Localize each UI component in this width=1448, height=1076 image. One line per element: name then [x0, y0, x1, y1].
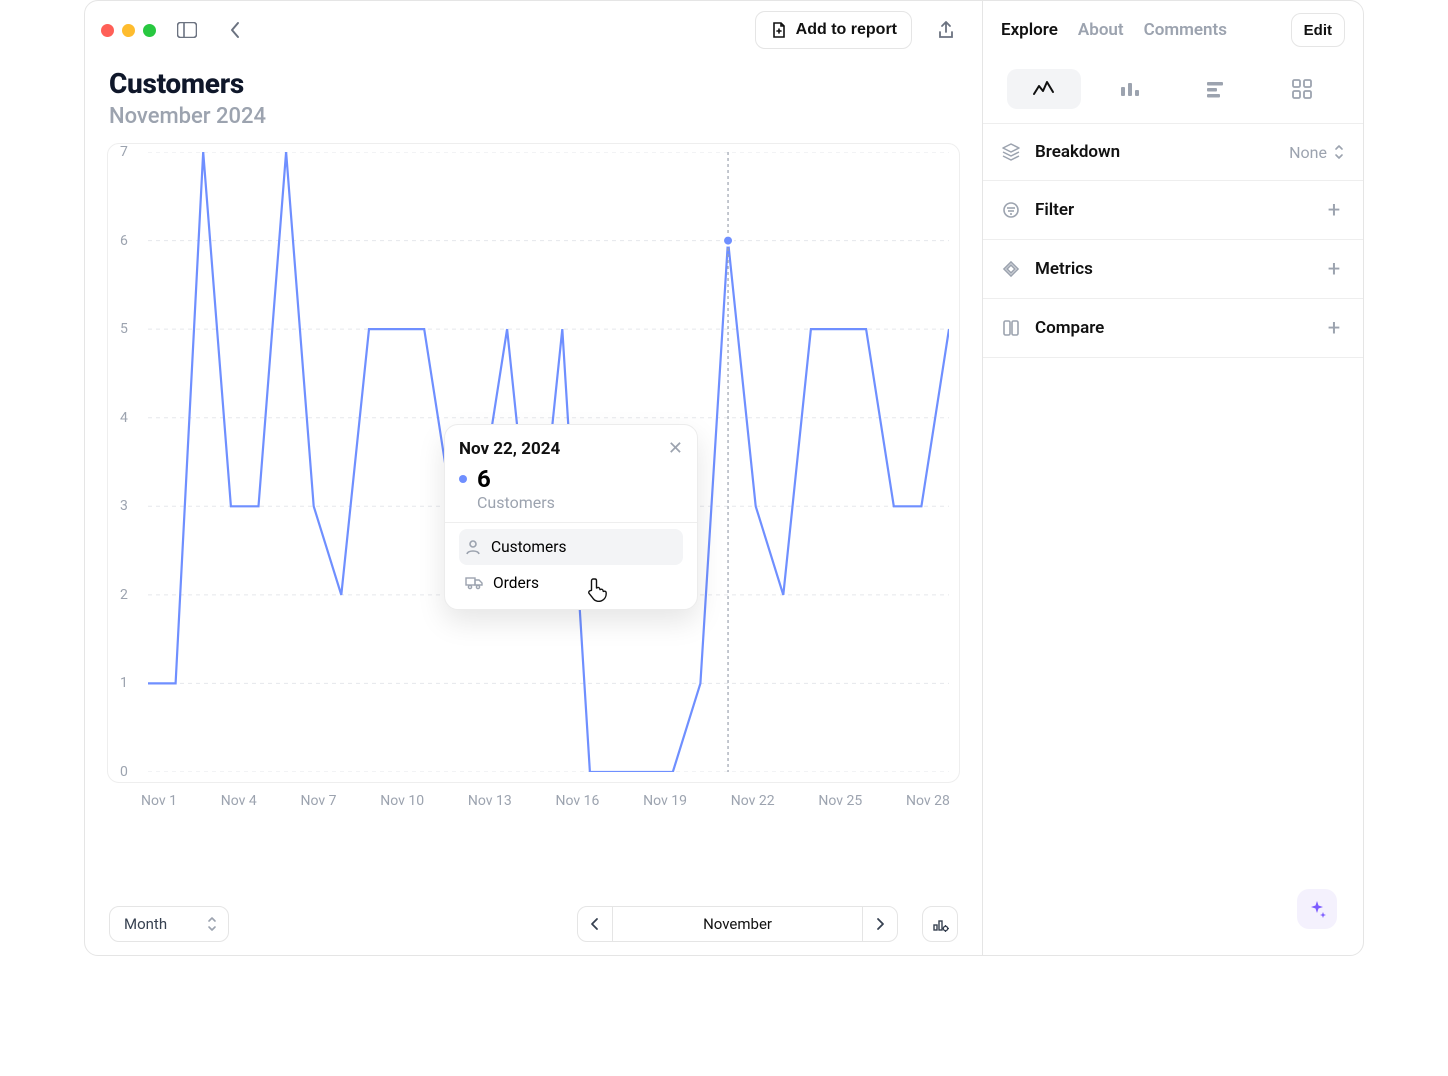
truck-icon [465, 576, 483, 590]
y-tick-label: 6 [120, 233, 128, 249]
filter-row[interactable]: Filter + [983, 180, 1363, 239]
y-tick-label: 2 [120, 587, 128, 603]
tooltip-item-orders[interactable]: Orders [459, 565, 683, 601]
metrics-row[interactable]: Metrics + [983, 239, 1363, 298]
filter-label: Filter [1035, 200, 1074, 220]
granularity-label: Month [124, 915, 167, 933]
y-tick-label: 7 [120, 144, 128, 160]
close-dot[interactable] [101, 24, 114, 37]
user-icon [465, 539, 481, 555]
share-icon[interactable] [926, 13, 966, 47]
compare-row[interactable]: Compare + [983, 298, 1363, 358]
window-controls[interactable] [101, 24, 156, 37]
metrics-label: Metrics [1035, 259, 1093, 279]
breakdown-row[interactable]: Breakdown None [983, 123, 1363, 180]
zoom-dot[interactable] [143, 24, 156, 37]
series-dot-icon [459, 475, 467, 483]
plus-icon[interactable]: + [1323, 258, 1345, 280]
vis-hbar-button[interactable] [1179, 69, 1253, 109]
y-tick-label: 0 [120, 764, 128, 780]
x-tick-label: Nov 4 [221, 793, 257, 809]
vis-line-button[interactable] [1007, 69, 1081, 109]
edit-button[interactable]: Edit [1291, 13, 1345, 47]
add-to-report-label: Add to report [796, 21, 897, 39]
x-tick-label: Nov 16 [556, 793, 600, 809]
page-subtitle: November 2024 [109, 104, 958, 129]
ai-assistant-button[interactable] [1297, 889, 1337, 929]
granularity-select[interactable]: Month [109, 906, 229, 942]
add-to-report-button[interactable]: Add to report [755, 11, 912, 49]
chart-tooltip: Nov 22, 2024 ✕ 6 Customers Customers [444, 424, 698, 610]
chevron-updown-icon [206, 916, 218, 932]
tooltip-item-customers[interactable]: Customers [459, 529, 683, 565]
document-plus-icon [770, 21, 788, 39]
page-title: Customers [109, 67, 958, 100]
breakdown-label: Breakdown [1035, 142, 1120, 162]
x-tick-label: Nov 28 [906, 793, 950, 809]
x-tick-label: Nov 25 [818, 793, 862, 809]
x-tick-label: Nov 13 [468, 793, 512, 809]
y-tick-label: 3 [120, 498, 128, 514]
x-tick-label: Nov 10 [380, 793, 424, 809]
tab-explore[interactable]: Explore [1001, 20, 1058, 40]
x-tick-label: Nov 7 [301, 793, 337, 809]
plus-icon[interactable]: + [1323, 199, 1345, 221]
y-tick-label: 5 [120, 321, 128, 337]
prev-period-button[interactable] [577, 906, 613, 942]
tooltip-value-label: Customers [477, 493, 683, 512]
y-tick-label: 4 [120, 410, 128, 426]
tooltip-item-label: Customers [491, 538, 566, 556]
plus-icon[interactable]: + [1323, 317, 1345, 339]
vis-grid-button[interactable] [1265, 69, 1339, 109]
vis-bar-button[interactable] [1093, 69, 1167, 109]
next-period-button[interactable] [862, 906, 898, 942]
tab-about[interactable]: About [1078, 20, 1124, 40]
minimize-dot[interactable] [122, 24, 135, 37]
breakdown-value: None [1289, 143, 1327, 162]
tooltip-date: Nov 22, 2024 [459, 439, 560, 459]
x-tick-label: Nov 1 [141, 793, 177, 809]
tab-comments[interactable]: Comments [1144, 20, 1227, 40]
x-tick-label: Nov 22 [731, 793, 775, 809]
chart-settings-button[interactable] [922, 906, 958, 942]
filter-icon [1001, 200, 1023, 220]
edit-label: Edit [1304, 22, 1332, 39]
x-tick-label: Nov 19 [643, 793, 687, 809]
tooltip-item-label: Orders [493, 574, 539, 592]
close-icon[interactable]: ✕ [668, 440, 683, 458]
metrics-icon [1001, 259, 1023, 279]
layers-icon [1001, 142, 1023, 162]
tooltip-value: 6 [477, 465, 491, 493]
y-tick-label: 1 [120, 675, 128, 691]
chevron-updown-icon [1333, 144, 1345, 160]
compare-label: Compare [1035, 318, 1104, 338]
period-label[interactable]: November [613, 906, 862, 942]
sidebar-toggle-icon[interactable] [170, 13, 204, 47]
chart[interactable]: 0 1 2 3 4 5 6 7 Nov 22, 2024 ✕ 6 Customers [107, 143, 960, 783]
back-button[interactable] [218, 13, 252, 47]
compare-icon [1001, 318, 1023, 338]
